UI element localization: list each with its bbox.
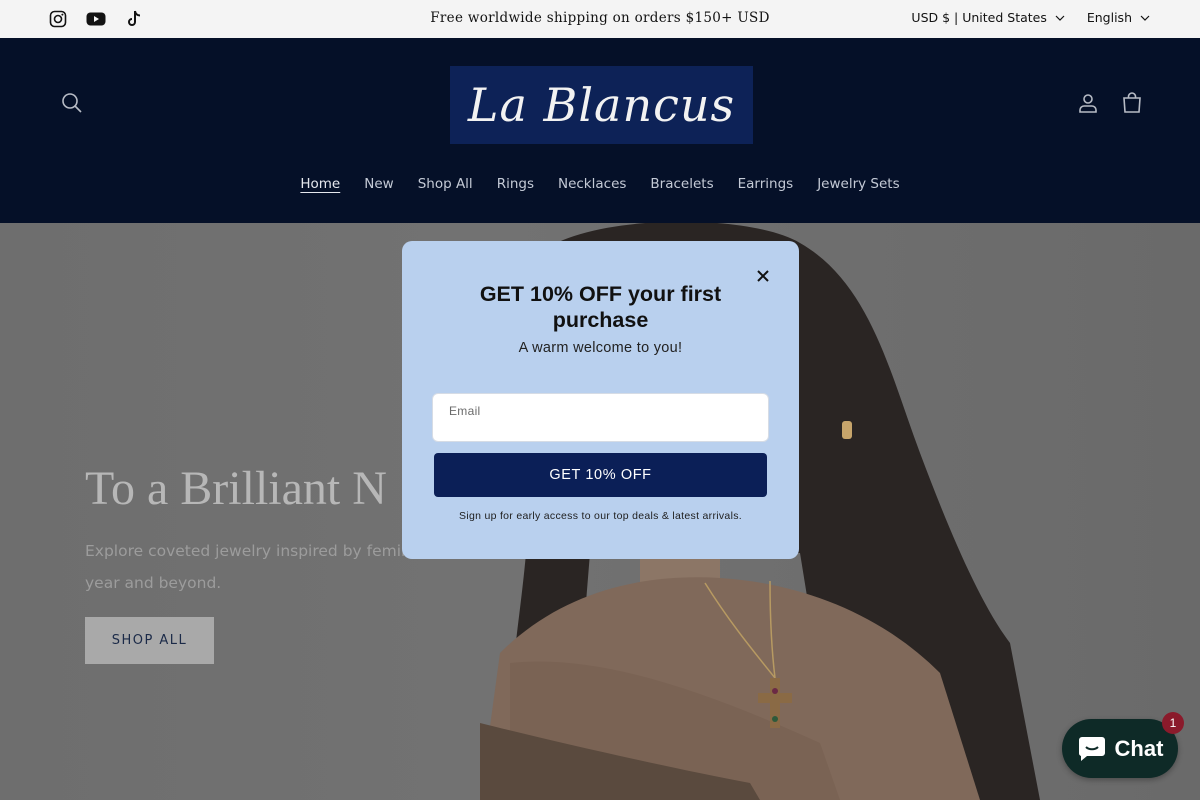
cart-button[interactable] <box>1120 91 1144 115</box>
discount-popup: GET 10% OFF your first purchase A warm w… <box>402 241 799 559</box>
nav-jewelry-sets[interactable]: Jewelry Sets <box>817 176 899 192</box>
nav-home[interactable]: Home <box>300 176 340 192</box>
email-field[interactable]: Email <box>432 393 769 442</box>
hero-title: To a Brilliant N <box>85 462 387 515</box>
cart-icon <box>1123 92 1141 113</box>
nav-earrings[interactable]: Earrings <box>738 176 794 192</box>
get-discount-button[interactable]: GET 10% OFF <box>434 453 767 497</box>
nav-new[interactable]: New <box>364 176 393 192</box>
language-label: English <box>1086 10 1132 25</box>
shop-all-button[interactable]: SHOP ALL <box>85 617 214 664</box>
language-selector[interactable]: English <box>1087 10 1150 25</box>
chevron-down-icon <box>1055 15 1065 21</box>
site-header: La Blancus Home New Shop All Rings Neckl… <box>0 38 1200 223</box>
email-label: Email <box>449 404 481 418</box>
search-icon <box>62 93 82 113</box>
email-input[interactable] <box>449 418 749 438</box>
hero-description-line: year and beyond. <box>85 574 222 592</box>
main-nav: Home New Shop All Rings Necklaces Bracel… <box>0 176 1200 192</box>
nav-bracelets[interactable]: Bracelets <box>650 176 713 192</box>
chat-icon <box>1078 736 1105 761</box>
nav-shop-all[interactable]: Shop All <box>418 176 473 192</box>
chevron-down-icon <box>1140 15 1150 21</box>
popup-fine-print: Sign up for early access to our top deal… <box>459 510 742 522</box>
site-logo[interactable]: La Blancus <box>450 66 753 144</box>
account-button[interactable] <box>1076 91 1100 115</box>
popup-subtitle: A warm welcome to you! <box>518 340 683 356</box>
logo-text: La Blancus <box>467 78 736 132</box>
nav-necklaces[interactable]: Necklaces <box>558 176 626 192</box>
chat-button[interactable]: Chat <box>1062 719 1178 778</box>
hero-description-line: Explore coveted jewelry inspired by femi… <box>85 542 411 560</box>
announcement-bar: Free worldwide shipping on orders $150+ … <box>0 0 1200 38</box>
nav-rings[interactable]: Rings <box>497 176 534 192</box>
account-icon <box>1079 94 1097 113</box>
chat-notification-badge: 1 <box>1162 712 1184 734</box>
search-button[interactable] <box>60 91 84 115</box>
localization: USD $ | United States English <box>911 10 1150 25</box>
chat-label: Chat <box>1114 735 1164 761</box>
currency-selector[interactable]: USD $ | United States <box>911 10 1065 25</box>
currency-label: USD $ | United States <box>911 10 1047 25</box>
popup-title: GET 10% OFF your first purchase <box>479 282 722 332</box>
